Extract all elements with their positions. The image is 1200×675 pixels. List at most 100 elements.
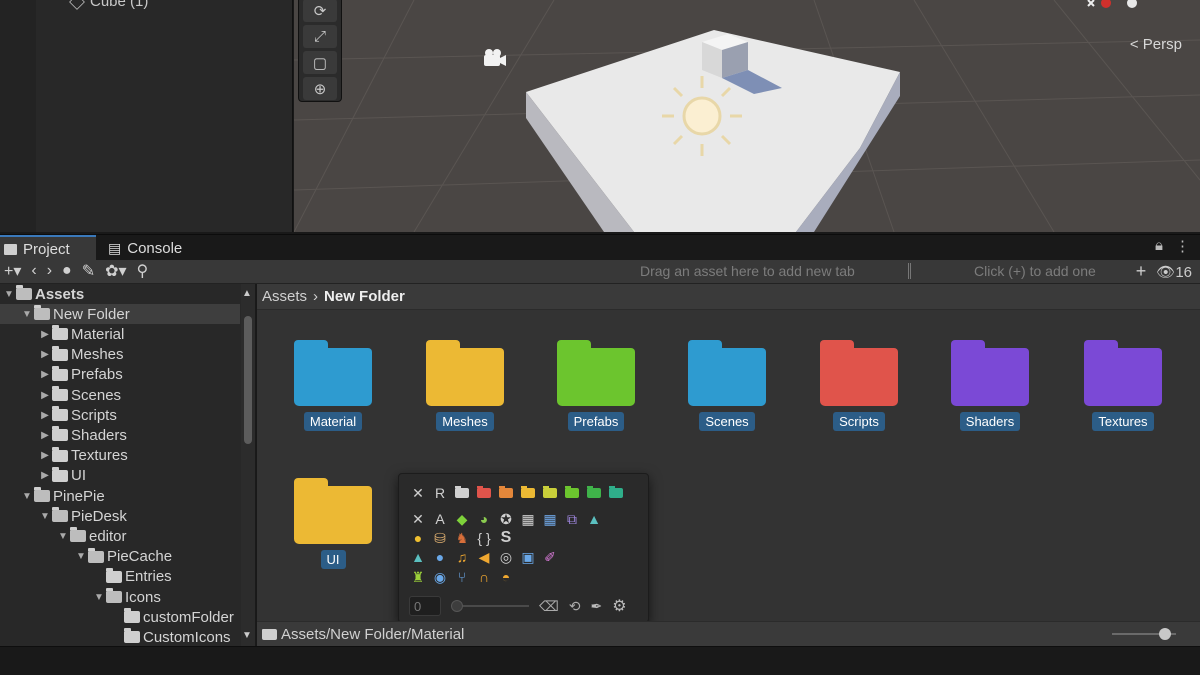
folder-item[interactable]: Scenes bbox=[677, 326, 777, 436]
more-options-icon[interactable]: ⋮ bbox=[1175, 237, 1190, 255]
breadcrumb-root[interactable]: Assets bbox=[262, 288, 307, 305]
folder-item[interactable]: Textures bbox=[1073, 326, 1173, 436]
scale-tool-icon[interactable]: ⤢ bbox=[303, 25, 337, 48]
color-folder-icon[interactable] bbox=[475, 484, 493, 502]
collapsed-arrow-icon[interactable]: ▶ bbox=[38, 329, 52, 340]
folder-refresh-icon[interactable]: ⟲ bbox=[569, 598, 581, 615]
expanded-arrow-icon[interactable]: ▼ bbox=[74, 551, 88, 562]
headphones-icon[interactable]: ∩ bbox=[475, 568, 493, 586]
breadcrumb-current[interactable]: New Folder bbox=[324, 288, 405, 305]
tree-item[interactable]: ▼ Icons bbox=[0, 587, 240, 607]
random-color-icon[interactable]: R bbox=[431, 484, 449, 502]
eraser-icon[interactable]: ⌫ bbox=[539, 598, 559, 615]
scene-view[interactable]: ⟳ ⤢ ▢ ⊕ < Persp bbox=[294, 0, 1200, 232]
tab-project[interactable]: Project bbox=[0, 235, 96, 261]
create-plus-icon[interactable]: +▾ bbox=[4, 261, 21, 281]
text-icon[interactable]: A bbox=[431, 510, 449, 528]
tree-item[interactable]: ▶ Textures bbox=[0, 446, 240, 466]
sprite-edit-icon[interactable]: ✐ bbox=[541, 548, 559, 566]
braces-icon[interactable]: { } bbox=[475, 529, 493, 547]
color-folder-icon[interactable] bbox=[585, 484, 603, 502]
scroll-thumb[interactable] bbox=[244, 316, 252, 444]
scroll-up-icon[interactable]: ▲ bbox=[242, 288, 252, 299]
target-icon[interactable]: ◉ bbox=[431, 568, 449, 586]
tree-item[interactable]: ▼ PieDesk bbox=[0, 506, 240, 526]
expanded-arrow-icon[interactable]: ▼ bbox=[20, 491, 34, 502]
tree-item[interactable]: ▼ Assets bbox=[0, 284, 240, 304]
feather-icon[interactable]: ✒ bbox=[591, 598, 603, 615]
image-icon[interactable]: ▣ bbox=[519, 548, 537, 566]
speaker-icon[interactable]: ◀ bbox=[475, 548, 493, 566]
expanded-arrow-icon[interactable]: ▼ bbox=[20, 309, 34, 320]
lightbulb-icon[interactable]: ● bbox=[62, 262, 72, 280]
shoe-icon[interactable]: ◓ bbox=[497, 568, 515, 586]
folder-item[interactable]: Shaders bbox=[940, 326, 1040, 436]
add-tab-plus-icon[interactable]: + bbox=[1136, 261, 1147, 282]
folder-item[interactable]: Material bbox=[283, 326, 383, 436]
back-arrow-icon[interactable]: ‹ bbox=[31, 262, 36, 280]
collapsed-arrow-icon[interactable]: ▶ bbox=[38, 470, 52, 481]
tree-item[interactable]: ▶ Material bbox=[0, 324, 240, 344]
expanded-arrow-icon[interactable]: ▼ bbox=[2, 289, 16, 300]
tree-item[interactable]: ▶ Scenes bbox=[0, 385, 240, 405]
expanded-arrow-icon[interactable]: ▼ bbox=[92, 592, 106, 603]
tree-item[interactable]: customFolder bbox=[0, 607, 240, 627]
shirt-icon[interactable]: ♜ bbox=[409, 568, 427, 586]
audio-note-icon[interactable]: ♫ bbox=[453, 548, 471, 566]
tree-scrollbar[interactable]: ▲ ▼ bbox=[241, 284, 255, 646]
material-sphere-icon[interactable]: ◕ bbox=[475, 510, 493, 528]
transform-tool-icon[interactable]: ⊕ bbox=[303, 77, 337, 100]
expanded-arrow-icon[interactable]: ▼ bbox=[38, 511, 52, 522]
gear-icon[interactable]: ⚙ bbox=[612, 596, 626, 616]
tree-item[interactable]: ▼ PieCache bbox=[0, 547, 240, 567]
avatar-icon[interactable]: ♞ bbox=[453, 529, 471, 547]
lightbulb-icon[interactable]: ● bbox=[409, 529, 427, 547]
color-folder-icon[interactable] bbox=[541, 484, 559, 502]
collapsed-arrow-icon[interactable]: ▶ bbox=[38, 349, 52, 360]
color-folder-icon[interactable] bbox=[519, 484, 537, 502]
lock-icon[interactable]: 🔒︎ bbox=[1155, 237, 1163, 255]
rect-tool-icon[interactable]: ▢ bbox=[303, 51, 337, 74]
tree-item[interactable]: CustomIcons bbox=[0, 627, 240, 646]
hierarchy-item[interactable]: Cube (1) bbox=[69, 0, 148, 10]
folder-item[interactable]: UI bbox=[283, 464, 383, 574]
collapsed-arrow-icon[interactable]: ▶ bbox=[38, 390, 52, 401]
collapsed-arrow-icon[interactable]: ▶ bbox=[38, 369, 52, 380]
shader-triangle-icon[interactable]: ▲ bbox=[409, 548, 427, 566]
clear-color-icon[interactable]: ✕ bbox=[409, 484, 427, 502]
visibility-toggle[interactable]: 👁︎16 bbox=[1156, 263, 1192, 281]
collapsed-arrow-icon[interactable]: ▶ bbox=[38, 430, 52, 441]
sphere-icon[interactable]: ● bbox=[431, 548, 449, 566]
collapsed-arrow-icon[interactable]: ▶ bbox=[38, 450, 52, 461]
terrain-icon[interactable]: ▲ bbox=[585, 510, 603, 528]
tree-item[interactable]: ▼ PinePie bbox=[0, 486, 240, 506]
branch-icon[interactable]: ⑂ bbox=[453, 568, 471, 586]
tab-console[interactable]: ▤ Console bbox=[104, 235, 204, 261]
grid-blocks-icon[interactable]: ▦ bbox=[519, 510, 537, 528]
animation-icon[interactable]: ◎ bbox=[497, 548, 515, 566]
color-folder-icon[interactable] bbox=[497, 484, 515, 502]
tree-item[interactable]: ▶ Scripts bbox=[0, 405, 240, 425]
slider-knob[interactable] bbox=[451, 600, 463, 612]
size-slider[interactable] bbox=[451, 599, 529, 613]
tree-item[interactable]: ▶ UI bbox=[0, 466, 240, 486]
tree-item[interactable]: ▶ Shaders bbox=[0, 425, 240, 445]
rotate-tool-icon[interactable]: ⟳ bbox=[303, 0, 337, 22]
color-folder-icon[interactable] bbox=[563, 484, 581, 502]
zoom-slider[interactable] bbox=[1112, 628, 1176, 640]
folder-item[interactable]: Meshes bbox=[415, 326, 515, 436]
search-icon[interactable]: ⚲ bbox=[137, 261, 149, 281]
tree-item[interactable]: ▶ Meshes bbox=[0, 345, 240, 365]
tree-item[interactable]: ▼ editor bbox=[0, 526, 240, 546]
tilemap-icon[interactable]: ▦ bbox=[541, 510, 559, 528]
size-input[interactable]: 0 bbox=[409, 596, 441, 616]
script-s-icon[interactable]: S bbox=[497, 529, 515, 547]
prefab-ball-icon[interactable]: ✪ bbox=[497, 510, 515, 528]
color-folder-icon[interactable] bbox=[453, 484, 471, 502]
color-folder-icon[interactable] bbox=[607, 484, 625, 502]
rect-transform-icon[interactable]: ⧉ bbox=[563, 510, 581, 528]
green-cube-icon[interactable]: ◆ bbox=[453, 510, 471, 528]
package-icon[interactable]: ✿▾ bbox=[105, 261, 126, 281]
cylinder-icon[interactable]: ⛁ bbox=[431, 529, 449, 547]
tree-item[interactable]: ▼ New Folder bbox=[0, 304, 240, 325]
